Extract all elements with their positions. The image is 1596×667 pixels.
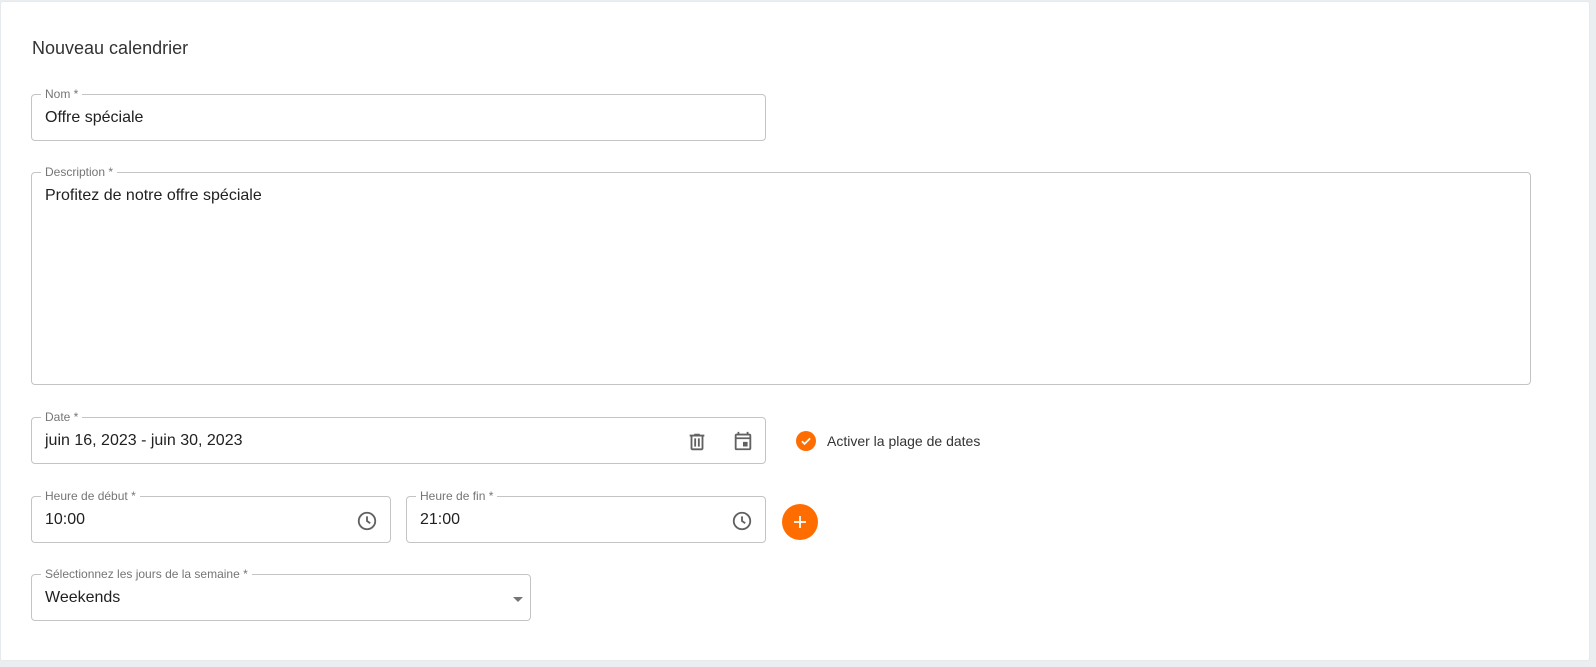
name-field-label: Nom * (41, 87, 83, 101)
date-field[interactable]: Date * juin 16, 2023 - juin 30, 2023 (31, 410, 766, 464)
name-field-value: Offre spéciale (45, 109, 144, 126)
start-time-label: Heure de début * (41, 489, 140, 503)
start-time-field[interactable]: Heure de début * 10:00 (31, 489, 391, 543)
description-field[interactable]: Description * Profitez de notre offre sp… (31, 165, 1531, 385)
weekdays-select-value: Weekends (45, 589, 121, 606)
description-field-label: Description * (41, 165, 118, 179)
clock-icon[interactable] (731, 510, 753, 532)
clock-icon[interactable] (356, 510, 378, 532)
calendar-icon[interactable] (732, 430, 754, 452)
start-time-value: 10:00 (45, 511, 86, 528)
date-field-value: juin 16, 2023 - juin 30, 2023 (45, 432, 243, 449)
weekdays-select[interactable]: Sélectionnez les jours de la semaine * W… (31, 567, 531, 621)
date-range-label: Activer la plage de dates (827, 433, 981, 449)
plus-icon (794, 516, 806, 528)
end-time-value: 21:00 (420, 511, 461, 528)
add-time-range-button[interactable] (782, 504, 818, 540)
page-title: Nouveau calendrier (32, 38, 189, 58)
weekdays-select-label: Sélectionnez les jours de la semaine * (41, 567, 252, 581)
end-time-field[interactable]: Heure de fin * 21:00 (406, 489, 766, 543)
chevron-down-icon[interactable] (513, 597, 523, 602)
date-range-checkbox[interactable]: Activer la plage de dates (796, 431, 980, 451)
date-field-label: Date * (41, 410, 83, 424)
trash-icon[interactable] (686, 431, 708, 453)
check-icon (796, 431, 816, 451)
end-time-label: Heure de fin * (416, 489, 498, 503)
name-field[interactable]: Nom * Offre spéciale (31, 87, 766, 141)
description-field-value: Profitez de notre offre spéciale (45, 187, 262, 204)
new-calendar-card: Nouveau calendrier Nom * Offre spéciale … (1, 2, 1589, 660)
